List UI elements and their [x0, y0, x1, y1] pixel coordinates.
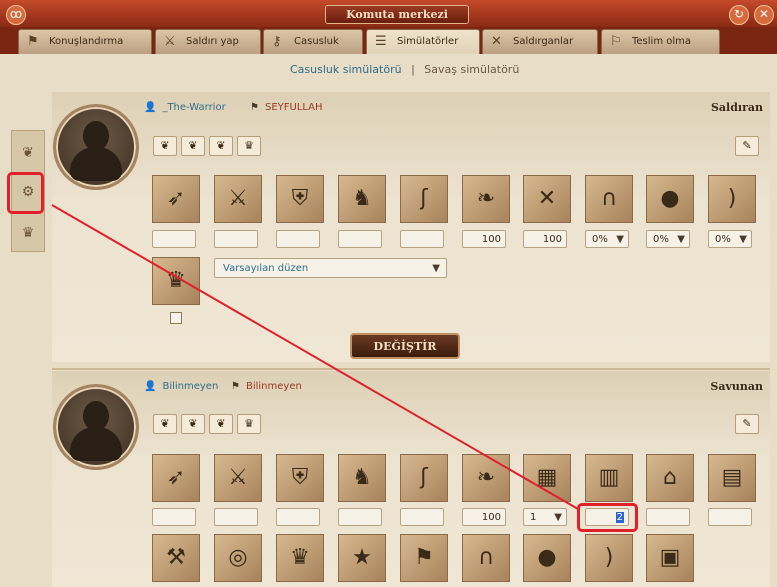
- annotation-arrow: [51, 204, 579, 510]
